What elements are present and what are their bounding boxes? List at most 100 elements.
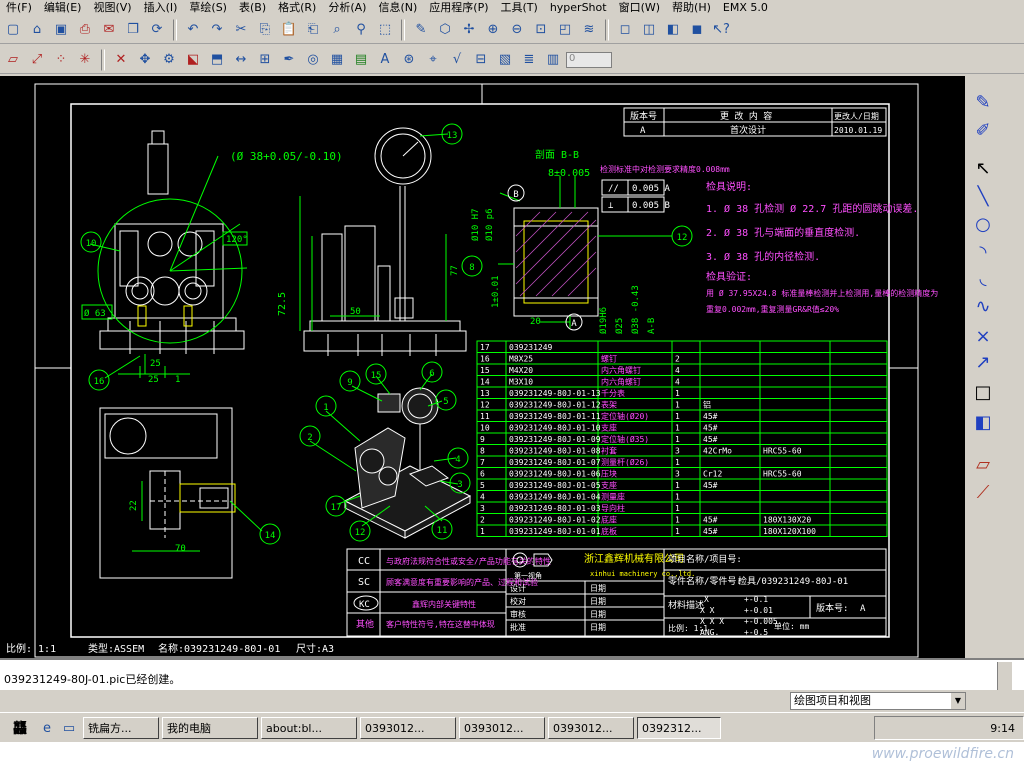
line-icon[interactable]: ╲ bbox=[971, 184, 995, 208]
datum-point-icon[interactable]: ⁘ bbox=[50, 49, 72, 71]
sketch-icon[interactable]: ✎ bbox=[410, 19, 432, 41]
quicklaunch-ie-icon[interactable]: e bbox=[36, 717, 58, 739]
context-help-icon[interactable]: ↖? bbox=[710, 19, 732, 41]
regenerate-icon[interactable]: ⟳ bbox=[146, 19, 168, 41]
menu-item-8[interactable]: 信息(N) bbox=[372, 0, 423, 14]
balloon-icon[interactable]: ◎ bbox=[302, 49, 324, 71]
point-icon[interactable]: × bbox=[971, 324, 995, 348]
redo-icon[interactable]: ↷ bbox=[206, 19, 228, 41]
snapshot-icon[interactable]: ⬒ bbox=[206, 49, 228, 71]
task-button-5[interactable]: 0393012... bbox=[459, 717, 545, 739]
send-mail-icon[interactable]: ✉ bbox=[98, 19, 120, 41]
datum-tag-icon[interactable]: ⊟ bbox=[470, 49, 492, 71]
copy-icon[interactable]: ⎘ bbox=[254, 19, 276, 41]
repaint-icon[interactable]: ◰ bbox=[554, 19, 576, 41]
circle-icon[interactable]: ○ bbox=[971, 212, 995, 236]
symbol-icon[interactable]: ⊛ bbox=[398, 49, 420, 71]
rev-value-3: 2010.01.19 bbox=[834, 126, 882, 135]
menu-item-6[interactable]: 格式(R) bbox=[272, 0, 322, 14]
copy-view-icon[interactable]: ❐ bbox=[122, 19, 144, 41]
chevron-down-icon[interactable]: ▼ bbox=[951, 693, 965, 709]
task-button-1[interactable]: 铣扁方... bbox=[83, 717, 159, 739]
csys-icon[interactable]: ✢ bbox=[458, 19, 480, 41]
show-annotations-icon[interactable]: ⊞ bbox=[254, 49, 276, 71]
zoom-out-icon[interactable]: ⊖ bbox=[506, 19, 528, 41]
menu-item-4[interactable]: 草绘(S) bbox=[183, 0, 233, 14]
bom-cell: 039231249-80J-01-05 bbox=[509, 481, 601, 490]
shading-icon[interactable]: ◼ bbox=[686, 19, 708, 41]
drawing-canvas[interactable]: 10 16 Ø 63 (Ø 38+0.05/-0.10) 120° 25 25 … bbox=[0, 76, 965, 658]
zoom-field[interactable]: 0 bbox=[566, 51, 612, 68]
quicklaunch-desktop-icon[interactable]: ▭ bbox=[58, 717, 80, 739]
menu-item-12[interactable]: 窗口(W) bbox=[613, 0, 666, 14]
menu-item-10[interactable]: 工具(T) bbox=[495, 0, 544, 14]
menu-item-13[interactable]: 帮助(H) bbox=[666, 0, 717, 14]
save-icon[interactable]: ▣ bbox=[50, 19, 72, 41]
dimension-icon[interactable]: ↔ bbox=[230, 49, 252, 71]
menu-item-9[interactable]: 应用程序(P) bbox=[423, 0, 494, 14]
delete-icon[interactable]: ✕ bbox=[110, 49, 132, 71]
task-button-4[interactable]: 0393012... bbox=[360, 717, 456, 739]
select-arrow-icon[interactable]: ↖ bbox=[971, 156, 995, 180]
bom-cell: 039231249-80J-01-13 bbox=[509, 389, 601, 398]
diagonal-icon[interactable]: ⟋ bbox=[971, 480, 995, 504]
task-button-6[interactable]: 0393012... bbox=[548, 717, 634, 739]
print-icon[interactable]: ⎙ bbox=[74, 19, 96, 41]
filter-dropdown[interactable]: 绘图项目和视图 ▼ bbox=[790, 692, 966, 710]
surface-finish-icon[interactable]: √ bbox=[446, 49, 468, 71]
undo-icon[interactable]: ↶ bbox=[182, 19, 204, 41]
drawing-options-icon[interactable]: ≣ bbox=[518, 49, 540, 71]
text-style-icon[interactable]: A bbox=[374, 49, 396, 71]
hatch-icon[interactable]: ▧ bbox=[494, 49, 516, 71]
open-folder-icon[interactable]: ⌂ bbox=[26, 19, 48, 41]
no-hidden-icon[interactable]: ◧ bbox=[662, 19, 684, 41]
menu-item-5[interactable]: 表(B) bbox=[233, 0, 272, 14]
note-icon[interactable]: ✒ bbox=[278, 49, 300, 71]
wireframe-icon[interactable]: ◻ bbox=[614, 19, 636, 41]
sketch-text-icon[interactable]: ✎ bbox=[971, 90, 995, 114]
gtol-icon[interactable]: ⌖ bbox=[422, 49, 444, 71]
menu-item-0[interactable]: 件(F) bbox=[0, 0, 38, 14]
find-icon[interactable]: ⌕ bbox=[326, 19, 348, 41]
paste-special-icon[interactable]: ⎗ bbox=[302, 19, 324, 41]
chain-icon[interactable]: □ bbox=[971, 380, 995, 404]
task-button-2[interactable]: 我的电脑 bbox=[162, 717, 258, 739]
menu-item-11[interactable]: hyperShot bbox=[544, 1, 613, 14]
menu-item-2[interactable]: 视图(V) bbox=[87, 0, 137, 14]
start-button[interactable]: 龘 bbox=[4, 716, 36, 740]
table-icon[interactable]: ▦ bbox=[326, 49, 348, 71]
task-button-3[interactable]: about:bl... bbox=[261, 717, 357, 739]
offset-icon[interactable]: ↗ bbox=[971, 350, 995, 374]
cut-icon[interactable]: ✂ bbox=[230, 19, 252, 41]
arc-icon[interactable]: ◝ bbox=[971, 240, 995, 264]
menu-item-1[interactable]: 编辑(E) bbox=[38, 0, 88, 14]
paste-icon[interactable]: 📋 bbox=[278, 19, 300, 41]
move-icon[interactable]: ✥ bbox=[134, 49, 156, 71]
datum-axis-icon[interactable]: ⤢ bbox=[26, 49, 48, 71]
mirror-icon[interactable]: ◧ bbox=[971, 410, 995, 434]
menu-item-3[interactable]: 插入(I) bbox=[138, 0, 184, 14]
zoom-in-icon[interactable]: ⊕ bbox=[482, 19, 504, 41]
parallelogram-icon[interactable]: ▱ bbox=[971, 452, 995, 476]
menu-item-7[interactable]: 分析(A) bbox=[322, 0, 372, 14]
insert-view-icon[interactable]: ⬕ bbox=[182, 49, 204, 71]
layers-icon[interactable]: ≋ bbox=[578, 19, 600, 41]
datum-csys-icon[interactable]: ✳ bbox=[74, 49, 96, 71]
spline-icon[interactable]: ∿ bbox=[971, 294, 995, 318]
select-box-icon[interactable]: ⬚ bbox=[374, 19, 396, 41]
message-scrollbar[interactable] bbox=[997, 662, 1012, 690]
new-file-icon[interactable]: ▢ bbox=[2, 19, 24, 41]
sketch-dims-icon[interactable]: ✐ bbox=[971, 118, 995, 142]
sheet-setup-icon[interactable]: ▥ bbox=[542, 49, 564, 71]
sheet-icon[interactable]: ▤ bbox=[350, 49, 372, 71]
hidden-line-icon[interactable]: ◫ bbox=[638, 19, 660, 41]
task-button-7[interactable]: 0392312... bbox=[637, 717, 721, 739]
refit-icon[interactable]: ⊡ bbox=[530, 19, 552, 41]
binoculars-icon[interactable]: ⚲ bbox=[350, 19, 372, 41]
status-bar: 绘图项目和视图 ▼ bbox=[0, 690, 1024, 712]
relations-icon[interactable]: ⚙ bbox=[158, 49, 180, 71]
fillet-icon[interactable]: ◟ bbox=[971, 266, 995, 290]
datum-plane-icon[interactable]: ▱ bbox=[2, 49, 24, 71]
plane-icon[interactable]: ⬡ bbox=[434, 19, 456, 41]
menu-item-14[interactable]: EMX 5.0 bbox=[717, 1, 774, 14]
